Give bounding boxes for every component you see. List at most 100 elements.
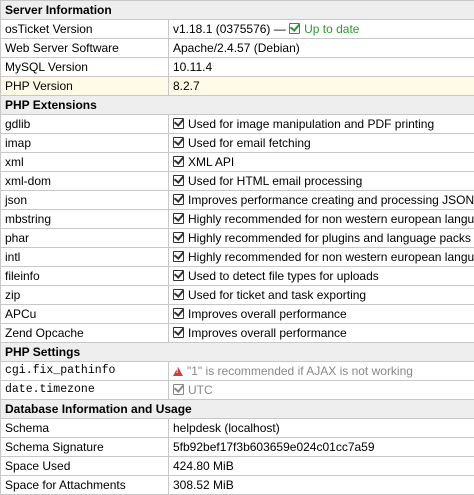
row-space-attachments: Space for Attachments 308.52 MiB (1, 476, 474, 495)
row-value: Improves overall performance (188, 326, 347, 340)
section-title: PHP Settings (1, 343, 474, 362)
row-value-cell: XML API (169, 153, 474, 172)
row-value-cell: Used to detect file types for uploads (169, 267, 474, 286)
up-to-date-status: Up to date (304, 22, 359, 36)
row-value-cell: Improves overall performance (169, 305, 474, 324)
row-value: helpdesk (localhost) (169, 419, 474, 438)
row-label: imap (1, 134, 169, 153)
row-value-cell: "1" is recommended if AJAX is not workin… (169, 362, 474, 381)
row-setting-date-timezone: date.timezone UTC (1, 381, 474, 400)
row-value: Used for image manipulation and PDF prin… (188, 117, 434, 131)
check-square-icon (173, 175, 184, 186)
row-setting-cgi-fix-pathinfo: cgi.fix_pathinfo "1" is recommended if A… (1, 362, 474, 381)
check-square-icon (173, 156, 184, 167)
row-label: date.timezone (1, 381, 169, 400)
row-value-cell: Highly recommended for plugins and langu… (169, 229, 474, 248)
row-label: Schema (1, 419, 169, 438)
row-value: Used for ticket and task exporting (188, 288, 366, 302)
section-title: PHP Extensions (1, 96, 474, 115)
section-header-extensions: PHP Extensions (1, 96, 474, 115)
row-label: gdlib (1, 115, 169, 134)
check-square-icon (173, 232, 184, 243)
row-value: Used for HTML email processing (188, 174, 362, 188)
row-value: UTC (188, 383, 213, 397)
row-extension-mbstring: mbstring Highly recommended for non west… (1, 210, 474, 229)
row-value: "1" is recommended if AJAX is not workin… (187, 364, 413, 378)
check-square-icon (173, 118, 184, 129)
row-value-cell: Improves overall performance (169, 324, 474, 343)
section-header-server: Server Information (1, 1, 474, 20)
row-extension-fileinfo: fileinfo Used to detect file types for u… (1, 267, 474, 286)
row-value: Highly recommended for non western europ… (188, 212, 474, 226)
check-square-icon (173, 194, 184, 205)
row-extension-zip: zip Used for ticket and task exporting (1, 286, 474, 305)
row-value-cell: Used for image manipulation and PDF prin… (169, 115, 474, 134)
row-label: Space for Attachments (1, 476, 169, 495)
row-value: Improves overall performance (188, 307, 347, 321)
row-label: Space Used (1, 457, 169, 476)
row-label: APCu (1, 305, 169, 324)
row-value-cell: Highly recommended for non western europ… (169, 210, 474, 229)
row-extension-apcu: APCu Improves overall performance (1, 305, 474, 324)
row-label: mbstring (1, 210, 169, 229)
row-label: PHP Version (1, 77, 169, 96)
check-square-icon (173, 270, 184, 281)
row-mysql-version: MySQL Version 10.11.4 (1, 58, 474, 77)
row-php-version: PHP Version 8.2.7 (1, 77, 474, 96)
row-value: 424.80 MiB (169, 457, 474, 476)
row-value: 5fb92bef17f3b603659e024c01cc7a59 (169, 438, 474, 457)
row-value-cell: Used for email fetching (169, 134, 474, 153)
row-label: fileinfo (1, 267, 169, 286)
row-label: intl (1, 248, 169, 267)
row-web-server: Web Server Software Apache/2.4.57 (Debia… (1, 39, 474, 58)
row-value: Highly recommended for non western europ… (188, 250, 474, 264)
check-square-icon (289, 23, 300, 34)
check-square-icon (173, 289, 184, 300)
row-value-cell: Highly recommended for non western europ… (169, 248, 474, 267)
check-square-icon (173, 137, 184, 148)
check-square-icon (173, 213, 184, 224)
row-label: zip (1, 286, 169, 305)
section-title: Database Information and Usage (1, 400, 474, 419)
check-square-icon (173, 308, 184, 319)
row-extension-imap: imap Used for email fetching (1, 134, 474, 153)
row-extension-gdlib: gdlib Used for image manipulation and PD… (1, 115, 474, 134)
row-value: Used to detect file types for uploads (188, 269, 379, 283)
row-value: 10.11.4 (169, 58, 474, 77)
row-value: Used for email fetching (188, 136, 311, 150)
row-extension-xml: xml XML API (1, 153, 474, 172)
row-schema: Schema helpdesk (localhost) (1, 419, 474, 438)
row-value-cell: Improves performance creating and proces… (169, 191, 474, 210)
row-value: Highly recommended for plugins and langu… (188, 231, 471, 245)
row-label: Web Server Software (1, 39, 169, 58)
row-label: phar (1, 229, 169, 248)
row-value-cell: UTC (169, 381, 474, 400)
row-label: json (1, 191, 169, 210)
row-value: Apache/2.4.57 (Debian) (169, 39, 474, 58)
row-label: MySQL Version (1, 58, 169, 77)
row-value: XML API (188, 155, 234, 169)
row-extension-zend-opcache: Zend Opcache Improves overall performanc… (1, 324, 474, 343)
row-label: osTicket Version (1, 20, 169, 39)
row-label: xml-dom (1, 172, 169, 191)
row-space-used: Space Used 424.80 MiB (1, 457, 474, 476)
section-title: Server Information (1, 1, 474, 20)
system-information-table: Server Information osTicket Version v1.1… (0, 0, 474, 495)
row-value-cell: Used for ticket and task exporting (169, 286, 474, 305)
osticket-version-value: v1.18.1 (0375576) — (173, 22, 286, 36)
check-square-icon (173, 384, 184, 395)
section-header-database: Database Information and Usage (1, 400, 474, 419)
row-value: 8.2.7 (169, 77, 474, 96)
row-label: Schema Signature (1, 438, 169, 457)
row-extension-json: json Improves performance creating and p… (1, 191, 474, 210)
row-label: Zend Opcache (1, 324, 169, 343)
row-label: cgi.fix_pathinfo (1, 362, 169, 381)
warning-triangle-icon (173, 367, 183, 376)
row-value-cell: Used for HTML email processing (169, 172, 474, 191)
row-osticket-version: osTicket Version v1.18.1 (0375576) — Up … (1, 20, 474, 39)
check-square-icon (173, 251, 184, 262)
row-label: xml (1, 153, 169, 172)
check-square-icon (173, 327, 184, 338)
section-header-settings: PHP Settings (1, 343, 474, 362)
row-extension-phar: phar Highly recommended for plugins and … (1, 229, 474, 248)
